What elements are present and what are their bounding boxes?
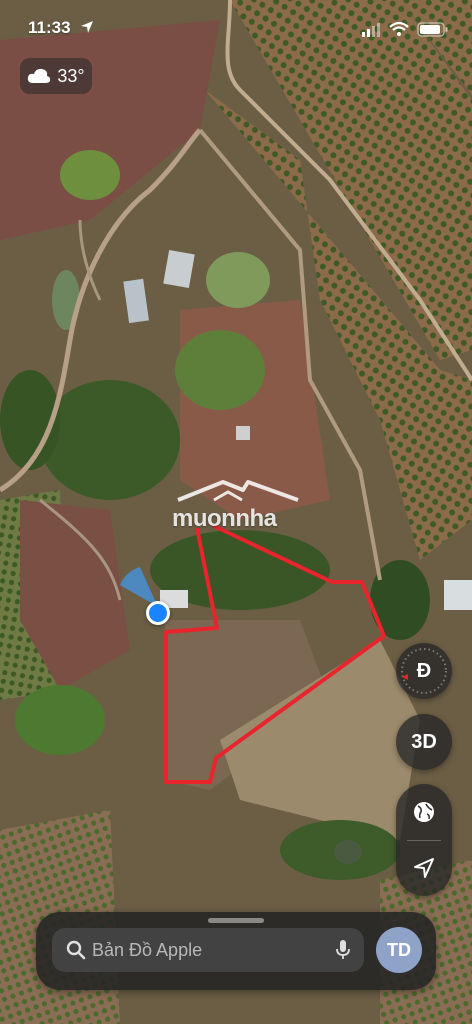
battery-icon	[417, 22, 448, 37]
status-bar: 11:33	[0, 0, 472, 58]
search-input[interactable]: Bản Đồ Apple	[92, 928, 322, 972]
3d-label: 3D	[411, 730, 437, 753]
weather-temperature: 33°	[57, 65, 85, 86]
location-arrow-icon	[81, 21, 93, 33]
globe-icon	[414, 801, 434, 822]
search-icon	[66, 940, 86, 960]
watermark-text: muonnha	[172, 505, 277, 532]
bottom-sheet[interactable]: Bản Đồ Apple TD	[36, 912, 436, 990]
system-status-icons	[362, 21, 448, 37]
location-arrow-icon	[414, 858, 434, 879]
map-controls-stack	[396, 784, 452, 896]
user-location-dot[interactable]	[146, 601, 170, 625]
3d-button[interactable]: 3D	[396, 714, 452, 770]
wifi-icon	[389, 21, 409, 36]
map-mode-button[interactable]	[396, 784, 452, 840]
track-location-button[interactable]	[396, 840, 452, 896]
cellular-icon	[362, 23, 380, 37]
compass-button[interactable]: Đ	[396, 643, 452, 699]
search-bar[interactable]: Bản Đồ Apple	[52, 928, 364, 972]
microphone-icon[interactable]	[336, 940, 350, 960]
weather-chip[interactable]: 33°	[20, 58, 92, 94]
profile-avatar[interactable]: TD	[376, 927, 422, 973]
cloud-icon	[28, 68, 51, 83]
sheet-grabber[interactable]	[208, 918, 264, 923]
compass-ticks-icon	[401, 648, 447, 694]
status-time: 11:33	[28, 18, 71, 37]
